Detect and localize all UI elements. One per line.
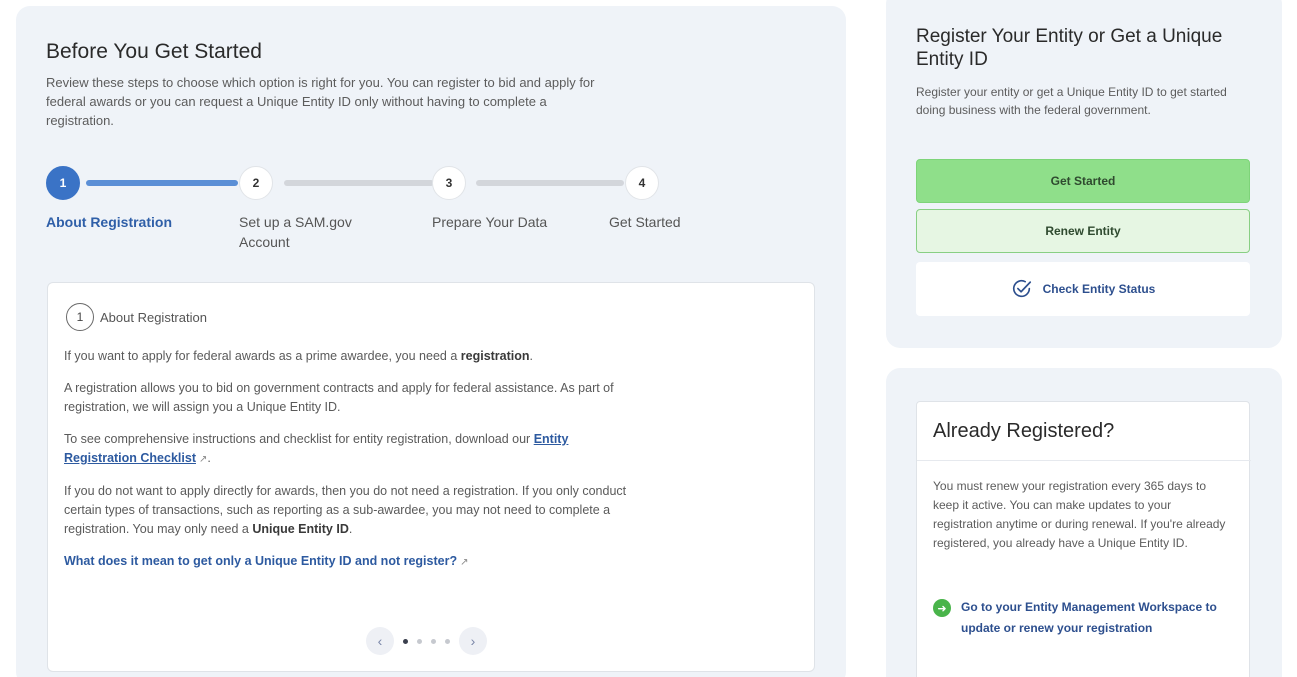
workspace-link-row[interactable]: ➜ Go to your Entity Management Workspace… — [933, 597, 1233, 639]
card-paragraph-2: A registration allows you to bid on gove… — [64, 381, 614, 414]
get-started-button[interactable]: Get Started — [916, 159, 1250, 203]
check-circle-icon — [1012, 279, 1031, 298]
p4-bold: Unique Entity ID — [252, 522, 349, 536]
pager-dot-2[interactable] — [417, 638, 422, 644]
register-panel-title: Register Your Entity or Get a Unique Ent… — [916, 26, 1223, 70]
step-4-label[interactable]: Get Started — [609, 212, 719, 232]
pager-dot-4[interactable] — [445, 638, 450, 644]
step-3-circle[interactable]: 3 — [432, 166, 466, 200]
divider — [917, 460, 1251, 461]
already-registered-panel: Already Registered? You must renew your … — [886, 368, 1282, 677]
step-connector-2 — [284, 180, 434, 186]
card-step-number: 1 — [66, 303, 94, 331]
check-entity-status-button[interactable]: Check Entity Status — [916, 262, 1250, 316]
arrow-right-circle-icon: ➜ — [933, 599, 951, 617]
p3-text: To see comprehensive instructions and ch… — [64, 432, 534, 446]
step-2-label[interactable]: Set up a SAM.gov Account — [239, 212, 379, 252]
card-paragraph-1: If you want to apply for federal awards … — [64, 347, 644, 366]
register-panel-description: Register your entity or get a Unique Ent… — [916, 85, 1227, 117]
already-registered-card: Already Registered? You must renew your … — [916, 401, 1251, 677]
about-registration-card: 1 About Registration If you want to appl… — [47, 282, 815, 672]
pager-dot-3[interactable] — [431, 638, 436, 644]
step-1-label[interactable]: About Registration — [46, 212, 206, 232]
registration-stepper: 1 2 3 4 About Registration Set up a SAM.… — [46, 162, 726, 252]
step-connector-3 — [476, 180, 624, 186]
card-body: If you want to apply for federal awards … — [64, 347, 644, 585]
card-paragraph-5: What does it mean to get only a Unique E… — [64, 552, 644, 572]
already-registered-title: Already Registered? — [933, 420, 1115, 442]
step-1-circle[interactable]: 1 — [46, 166, 80, 200]
p1-bold: registration — [460, 349, 530, 363]
entity-management-workspace-link[interactable]: Go to your Entity Management Workspace t… — [961, 597, 1233, 639]
pager-dot-1[interactable] — [403, 638, 408, 644]
p1-text: If you want to apply for federal awards … — [64, 349, 461, 363]
card-pager: ‹ › — [366, 627, 487, 655]
already-registered-description: You must renew your registration every 3… — [933, 479, 1226, 550]
step-connector-1 — [86, 180, 238, 186]
external-link-icon: ↗ — [460, 557, 469, 568]
section-intro: Review these steps to choose which optio… — [46, 75, 595, 128]
step-2-circle[interactable]: 2 — [239, 166, 273, 200]
section-title: Before You Get Started — [46, 40, 262, 63]
renew-entity-button[interactable]: Renew Entity — [916, 209, 1250, 253]
next-arrow-icon[interactable]: › — [459, 627, 487, 655]
card-paragraph-4: If you do not want to apply directly for… — [64, 482, 644, 539]
unique-entity-id-question-link[interactable]: What does it mean to get only a Unique E… — [64, 554, 457, 568]
register-entity-panel: Register Your Entity or Get a Unique Ent… — [886, 0, 1282, 348]
check-entity-status-label: Check Entity Status — [1042, 282, 1156, 296]
p4-end: . — [348, 522, 353, 536]
step-3-label[interactable]: Prepare Your Data — [432, 212, 592, 232]
p3-end: . — [207, 451, 211, 465]
card-header: 1 About Registration — [66, 303, 207, 331]
prev-arrow-icon[interactable]: ‹ — [366, 627, 394, 655]
step-4-circle[interactable]: 4 — [625, 166, 659, 200]
card-paragraph-3: To see comprehensive instructions and ch… — [64, 430, 644, 469]
card-title: About Registration — [100, 309, 207, 325]
p1-end: . — [529, 349, 534, 363]
